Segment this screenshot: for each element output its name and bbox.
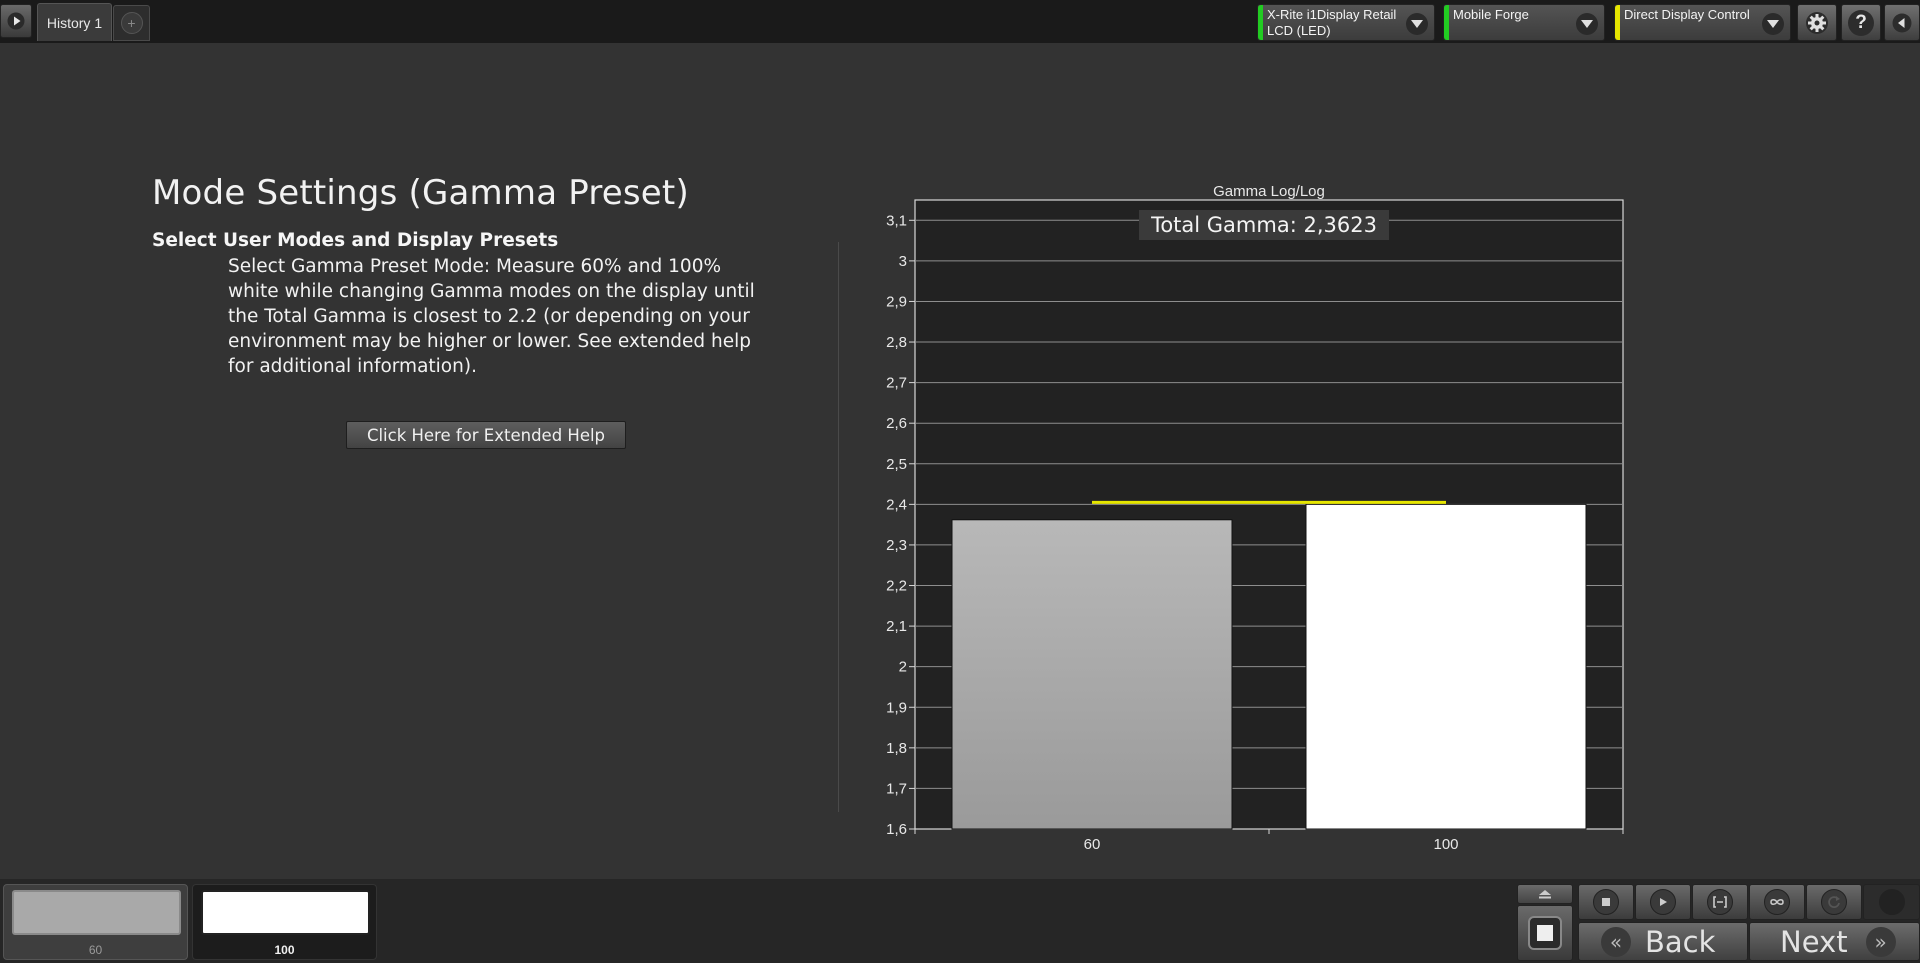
- next-button[interactable]: Next »: [1749, 922, 1920, 961]
- y-tick-label: 2,7: [886, 375, 907, 392]
- y-tick-label: 3,1: [886, 212, 907, 229]
- stop-icon: [1528, 916, 1562, 950]
- double-chevron-right-icon: »: [1865, 926, 1896, 957]
- y-tick-label: 3: [899, 253, 907, 270]
- patch-card-100[interactable]: 100: [192, 884, 377, 960]
- bar-60: [951, 519, 1233, 830]
- arrow-left-icon: [1892, 13, 1912, 32]
- y-tick-label: 2,4: [886, 496, 907, 513]
- play-menu-button[interactable]: [0, 4, 32, 38]
- chevron-down-icon[interactable]: [1576, 13, 1598, 35]
- play-icon: [7, 12, 25, 30]
- next-label: Next: [1780, 924, 1848, 959]
- play-button[interactable]: [1635, 884, 1691, 920]
- generator-status-indicator: [1444, 5, 1449, 40]
- patch-card-60[interactable]: 60: [3, 884, 188, 960]
- patch-label: 100: [274, 943, 295, 957]
- y-tick-label: 2,9: [886, 293, 907, 310]
- refresh-button[interactable]: [1806, 884, 1862, 920]
- expand-up-button[interactable]: [1517, 884, 1573, 904]
- y-tick-label: 2: [899, 659, 907, 676]
- top-toolbar: History 1 + X-Rite i1Display Retail LCD …: [0, 0, 1920, 43]
- double-chevron-left-icon: «: [1601, 926, 1631, 957]
- instructions-text: Select Gamma Preset Mode: Measure 60% an…: [228, 256, 755, 377]
- y-tick-label: 1,8: [886, 740, 907, 757]
- meter-mode: LCD (LED): [1267, 23, 1331, 38]
- add-tab-button[interactable]: +: [113, 5, 150, 41]
- back-label: Back: [1645, 924, 1716, 959]
- bar-100: [1305, 503, 1587, 830]
- total-gamma-label: Total Gamma: 2,3623: [1150, 213, 1377, 237]
- y-tick-label: 2,6: [886, 415, 907, 432]
- section-subheading: Select User Modes and Display Presets: [152, 230, 559, 251]
- plus-icon: +: [120, 12, 143, 34]
- x-tick-label: 60: [1084, 836, 1101, 853]
- play-icon: [1650, 889, 1676, 915]
- extended-help-button[interactable]: Click Here for Extended Help: [346, 421, 626, 449]
- gear-icon: [1806, 11, 1828, 34]
- chart-title: Gamma Log/Log: [1213, 183, 1325, 200]
- collapse-panel-button[interactable]: [1884, 4, 1920, 41]
- y-tick-label: 2,3: [886, 537, 907, 554]
- meter-status-indicator: [1258, 5, 1263, 40]
- generator-name: Mobile Forge: [1453, 7, 1529, 22]
- y-tick-label: 2,5: [886, 456, 907, 473]
- infinity-icon: [1764, 889, 1790, 915]
- help-icon: ?: [1848, 9, 1874, 36]
- y-tick-label: 2,8: [886, 334, 907, 351]
- measure-series-button[interactable]: [1692, 884, 1748, 920]
- meter-selector[interactable]: X-Rite i1Display Retail LCD (LED): [1257, 4, 1435, 41]
- help-button[interactable]: ?: [1841, 4, 1881, 41]
- tab-history[interactable]: History 1: [37, 3, 112, 41]
- circle-icon: [1878, 889, 1905, 915]
- chevron-down-icon[interactable]: [1762, 13, 1784, 35]
- bracket-icon: [1707, 889, 1733, 915]
- display-control-name: Direct Display Control: [1624, 7, 1750, 22]
- patch-swatch: [12, 890, 181, 935]
- meter-name: X-Rite i1Display Retail: [1267, 7, 1397, 22]
- app-window: History 1 + X-Rite i1Display Retail LCD …: [0, 0, 1920, 963]
- pattern-generator-selector[interactable]: Mobile Forge: [1443, 4, 1605, 41]
- y-tick-label: 2,2: [886, 578, 907, 595]
- refresh-icon: [1821, 889, 1847, 915]
- display-control-status-indicator: [1615, 5, 1620, 40]
- stop-measure-button[interactable]: [1517, 905, 1573, 961]
- page-title: Mode Settings (Gamma Preset): [152, 173, 689, 213]
- eject-icon: [1539, 890, 1551, 899]
- vertical-divider: [838, 242, 839, 812]
- x-tick-label: 100: [1433, 836, 1458, 853]
- chevron-down-icon[interactable]: [1406, 13, 1428, 35]
- display-control-selector[interactable]: Direct Display Control: [1614, 4, 1791, 41]
- stop-button[interactable]: [1578, 884, 1634, 920]
- patch-swatch: [201, 890, 370, 935]
- stop-icon: [1593, 889, 1619, 915]
- y-tick-label: 2,1: [886, 618, 907, 635]
- y-tick-label: 1,9: [886, 699, 907, 716]
- back-button[interactable]: « Back: [1578, 922, 1748, 961]
- patch-label: 60: [88, 943, 103, 957]
- extra-tool-button[interactable]: [1863, 884, 1920, 920]
- continuous-measure-button[interactable]: [1749, 884, 1805, 920]
- y-tick-label: 1,7: [886, 780, 907, 797]
- y-tick-label: 1,6: [886, 821, 907, 838]
- gamma-chart: Gamma Log/Log 1,6 1,7 1,8 1,9 2 2,1 2,2 2,3 2,4 2,…: [886, 183, 1624, 853]
- settings-button[interactable]: [1797, 4, 1837, 41]
